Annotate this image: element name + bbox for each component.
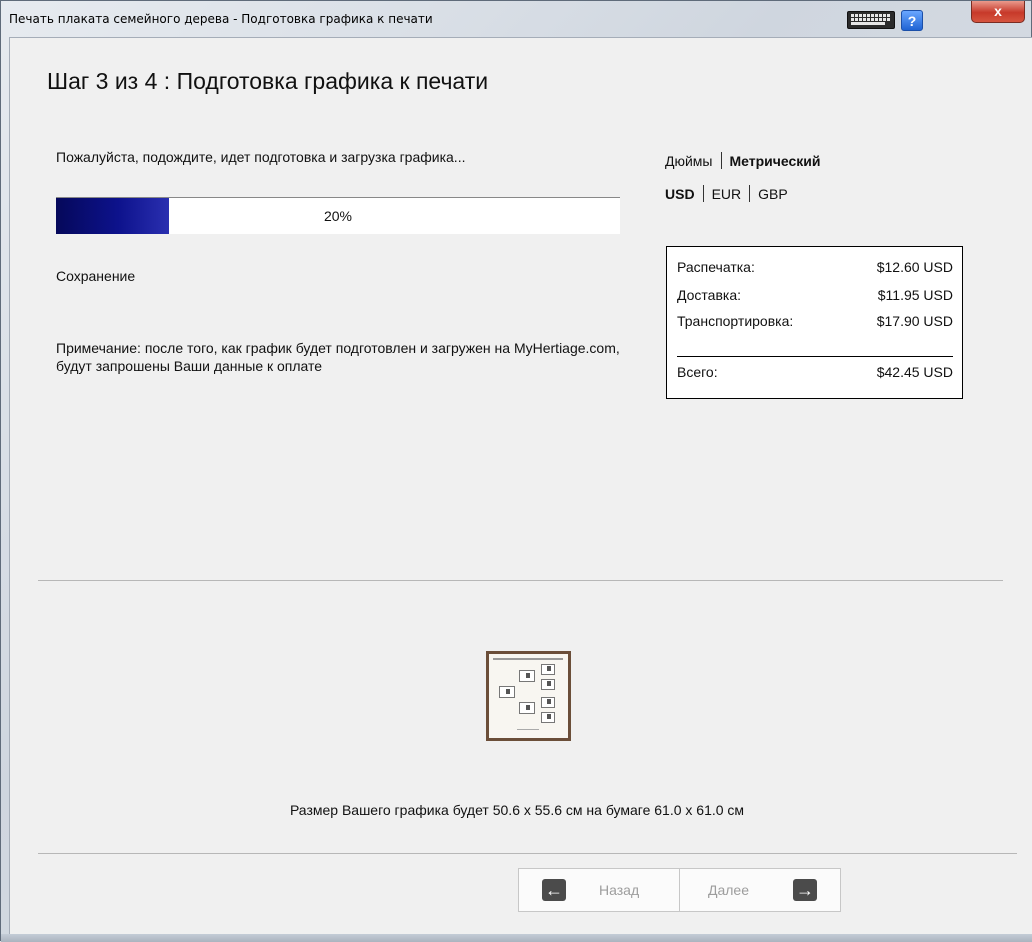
next-button[interactable]: Далее →	[679, 868, 841, 912]
keyboard-icon[interactable]	[847, 11, 895, 29]
payment-note: Примечание: после того, как график будет…	[56, 340, 620, 374]
price-divider	[677, 356, 953, 357]
price-row-total: Всего: $42.45 USD	[677, 364, 953, 388]
price-summary: Распечатка: $12.60 USD Доставка: $11.95 …	[666, 246, 963, 399]
arrow-left-icon: ←	[542, 879, 566, 901]
progress-bar: 20%	[56, 197, 620, 234]
close-button[interactable]: x	[971, 1, 1025, 23]
price-row-shipping: Транспортировка: $17.90 USD	[677, 313, 953, 337]
family-tree-preview-image	[489, 654, 568, 738]
currency-separator	[749, 185, 751, 202]
unit-separator	[720, 152, 722, 169]
price-label: Доставка:	[677, 287, 742, 303]
price-value: $12.60 USD	[876, 259, 953, 275]
total-label: Всего:	[677, 364, 718, 380]
dialog-client-area	[9, 37, 1032, 934]
unit-option-inches[interactable]: Дюймы	[665, 153, 713, 169]
price-row-delivery: Доставка: $11.95 USD	[677, 287, 953, 311]
help-button[interactable]: ?	[901, 10, 923, 31]
progress-percent: 20%	[323, 208, 353, 224]
window-title: Печать плаката семейного дерева - Подгот…	[9, 12, 433, 26]
currency-separator	[702, 185, 704, 202]
arrow-right-icon: →	[793, 879, 817, 901]
back-button[interactable]: ← Назад	[518, 868, 680, 912]
currency-option-usd[interactable]: USD	[665, 186, 695, 202]
back-button-label: Назад	[599, 882, 640, 898]
poster-size-text: Размер Вашего графика будет 50.6 x 55.6 …	[289, 802, 745, 818]
price-label: Распечатка:	[677, 259, 755, 275]
next-button-label: Далее	[708, 882, 750, 898]
unit-selector: Дюймы Метрический	[665, 152, 821, 169]
section-divider	[38, 580, 1003, 581]
page-title: Шаг 3 из 4 : Подготовка графика к печати	[47, 68, 489, 94]
price-label: Транспортировка:	[677, 313, 794, 329]
currency-option-eur[interactable]: EUR	[712, 186, 742, 202]
status-text: Пожалуйста, подождите, идет подготовка и…	[56, 149, 466, 165]
price-value: $11.95 USD	[877, 287, 953, 303]
poster-preview-thumbnail	[486, 651, 571, 741]
currency-selector: USD EUR GBP	[665, 185, 788, 202]
unit-option-metric[interactable]: Метрический	[730, 153, 821, 169]
title-bar: Печать плаката семейного дерева - Подгот…	[1, 1, 1032, 37]
total-value: $42.45 USD	[876, 364, 953, 380]
dialog-window: Печать плаката семейного дерева - Подгот…	[0, 0, 1032, 942]
footer-divider	[38, 853, 1017, 854]
price-value: $17.90 USD	[876, 313, 953, 329]
price-row-printing: Распечатка: $12.60 USD	[677, 259, 953, 283]
progress-stage: Сохранение	[56, 268, 136, 284]
currency-option-gbp[interactable]: GBP	[758, 186, 788, 202]
